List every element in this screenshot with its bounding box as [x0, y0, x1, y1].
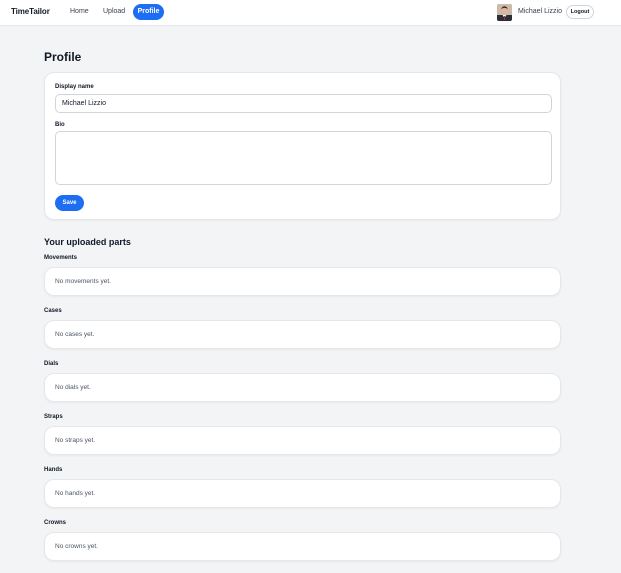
avatar-photo-icon: [497, 4, 512, 21]
uploaded-parts-title: Your uploaded parts: [44, 237, 131, 247]
group-label-dials: Dials: [44, 361, 59, 367]
bio-label: Bio: [55, 122, 65, 128]
empty-state-text: No movements yet.: [55, 278, 111, 285]
display-name-input[interactable]: Michael Lizzio: [55, 94, 552, 113]
cases-list-card: No cases yet.: [44, 320, 561, 349]
group-label-hands: Hands: [44, 467, 63, 473]
group-label-cases: Cases: [44, 308, 62, 314]
empty-state-text: No cases yet.: [55, 331, 95, 338]
dials-list-card: No dials yet.: [44, 373, 561, 402]
movements-list-card: No movements yet.: [44, 267, 561, 296]
straps-list-card: No straps yet.: [44, 426, 561, 455]
empty-state-text: No dials yet.: [55, 384, 91, 391]
nav-upload-link[interactable]: Upload: [97, 4, 131, 20]
group-label-crowns: Crowns: [44, 520, 67, 526]
empty-state-text: No straps yet.: [55, 437, 96, 444]
profile-form-card: Display name Michael Lizzio Bio Save: [44, 72, 561, 220]
bio-textarea[interactable]: [55, 131, 552, 185]
save-button[interactable]: Save: [55, 195, 84, 211]
hands-list-card: No hands yet.: [44, 479, 561, 508]
empty-state-text: No hands yet.: [55, 490, 96, 497]
group-label-straps: Straps: [44, 414, 63, 420]
logout-button[interactable]: Logout: [566, 5, 594, 19]
display-name-label: Display name: [55, 84, 94, 90]
nav-profile-link[interactable]: Profile: [133, 4, 164, 20]
user-avatar: [497, 4, 512, 21]
group-label-movements: Movements: [44, 255, 78, 261]
user-name: Michael Lizzio: [518, 8, 562, 15]
crowns-list-card: No crowns yet.: [44, 532, 561, 561]
top-navbar: TimeTailor Home Upload Profile Michael L…: [0, 0, 621, 26]
nav-home-link[interactable]: Home: [64, 4, 95, 20]
page-title: Profile: [44, 50, 82, 64]
empty-state-text: No crowns yet.: [55, 543, 98, 550]
brand-logo[interactable]: TimeTailor: [11, 7, 50, 16]
